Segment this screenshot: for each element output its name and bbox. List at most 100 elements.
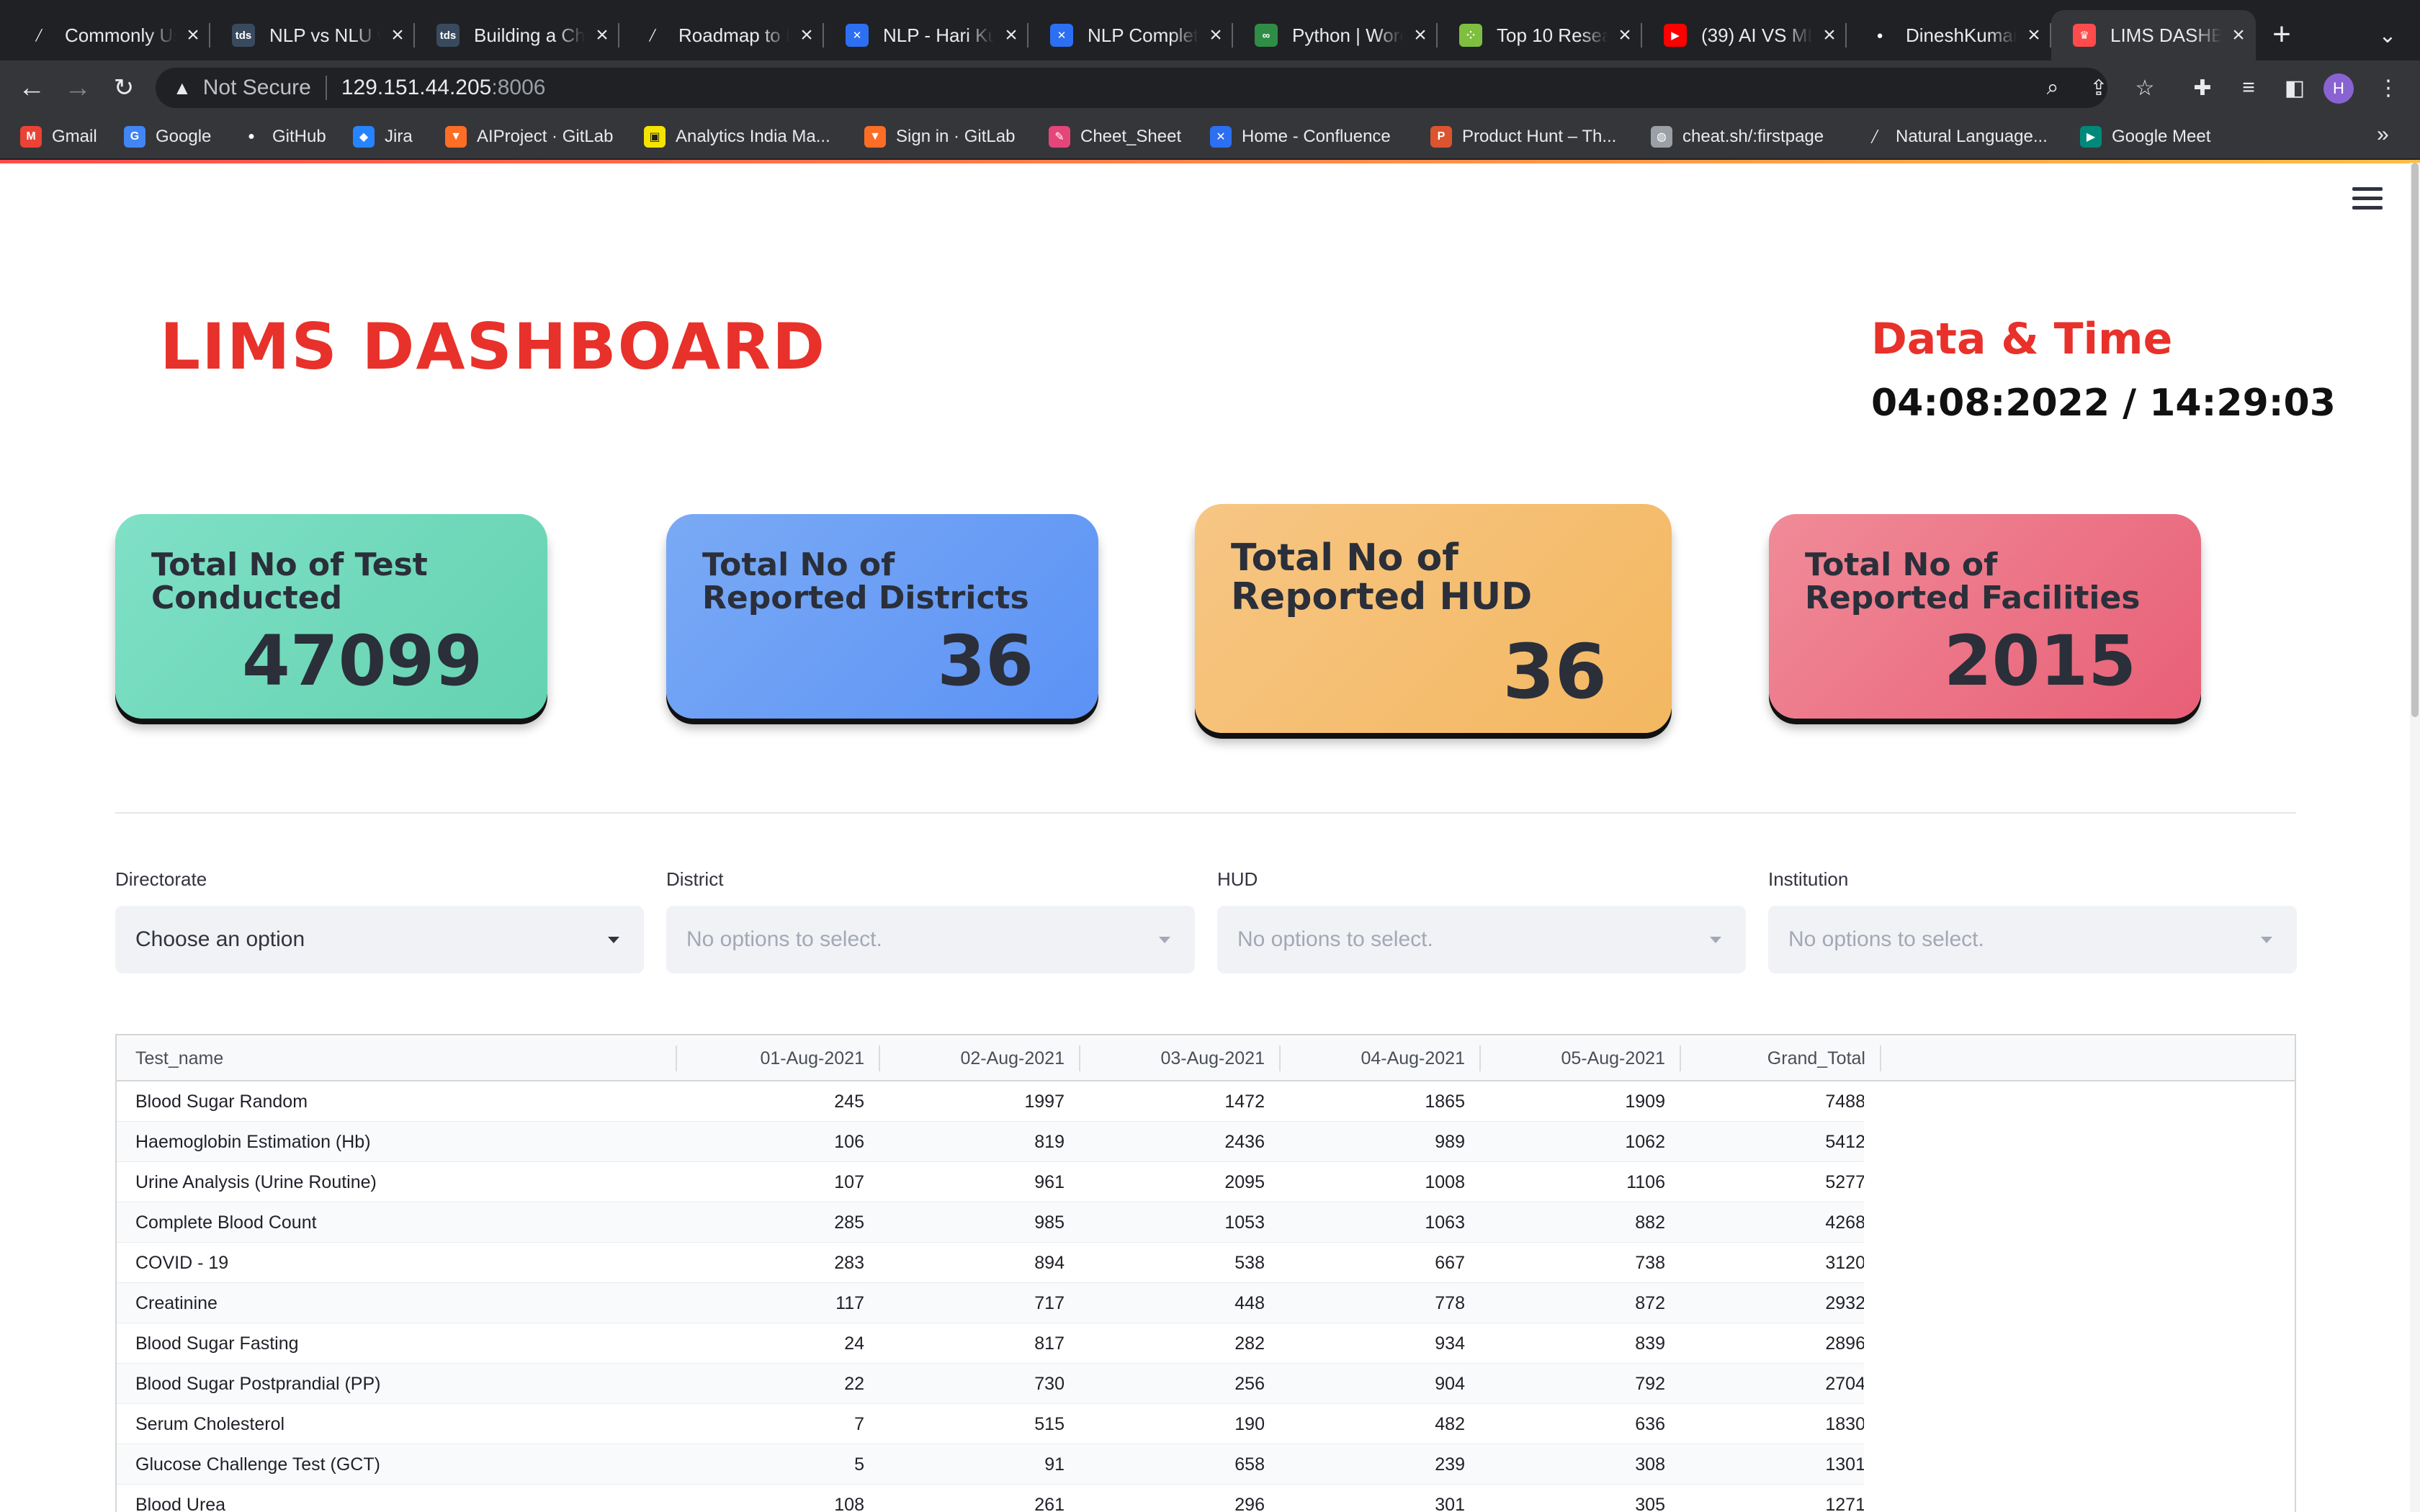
browser-tab[interactable]: ∞ Python | Word × <box>1233 10 1438 60</box>
profile-avatar[interactable]: H <box>2323 73 2354 104</box>
browser-tab[interactable]: ⁘ Top 10 Resea × <box>1438 10 1642 60</box>
bookmark-item[interactable]: ◆ Jira <box>353 122 413 151</box>
chart-favicon-icon: ╱ <box>649 30 656 42</box>
bookmark-item[interactable]: ▣ Analytics India Ma... <box>644 122 830 151</box>
bookmark-item[interactable]: ◍ cheat.sh/:firstpage <box>1651 122 1824 151</box>
count-cell: 117 <box>835 1293 864 1313</box>
institution-select[interactable]: No options to select. <box>1768 906 2297 973</box>
close-tab-icon[interactable]: × <box>176 23 210 48</box>
browser-tab[interactable]: tds Building a Ch × <box>415 10 619 60</box>
browser-tab[interactable]: ▶ (39) AI VS ML × <box>1642 10 1847 60</box>
close-tab-icon[interactable]: × <box>1403 23 1438 48</box>
browser-tab[interactable]: ♛ LIMS DASHBO× <box>2051 10 2256 60</box>
extensions-puzzle-icon[interactable]: ✚ <box>2184 69 2221 107</box>
table-row[interactable]: Blood Sugar Random 245 1997 1472 1865 1909 748… <box>117 1081 2295 1122</box>
table-row[interactable]: Glucose Challenge Test (GCT) 5 91 658 239 308… <box>117 1444 2295 1485</box>
bookmark-item[interactable]: ╱ Natural Language... <box>1864 122 2048 151</box>
bookmark-item[interactable]: ✎ Cheet_Sheet <box>1049 122 1181 151</box>
table-row[interactable]: Urine Analysis (Urine Routine) 107 961 2095… <box>117 1162 2295 1202</box>
count-cell: 1063 <box>1425 1212 1465 1233</box>
bookmark-label: Jira <box>385 127 413 146</box>
bookmark-star-icon[interactable]: ☆ <box>2126 69 2164 107</box>
reading-list-icon[interactable]: ≡ <box>2230 69 2267 107</box>
caret-down-icon <box>1710 936 1721 943</box>
bookmark-item[interactable]: ▼ AIProject · GitLab <box>445 122 613 151</box>
table-row[interactable]: COVID - 19 283 894 538 667 738 3120 <box>117 1243 2295 1283</box>
column-header-label: Test_name <box>135 1048 224 1068</box>
reload-icon[interactable]: ↻ <box>105 69 143 107</box>
browser-tab[interactable]: tds NLP vs NLU v × <box>210 10 415 60</box>
bookmark-item[interactable]: G Google <box>124 122 211 151</box>
bookmarks-overflow-icon[interactable]: » <box>2377 122 2389 147</box>
count-cell: 7 <box>854 1414 864 1434</box>
browser-tab[interactable]: ╱ Commonly Us × <box>6 10 210 60</box>
close-tab-icon[interactable]: × <box>2017 23 2051 48</box>
column-header[interactable]: 04-Aug-2021 <box>1276 1035 1481 1081</box>
page-scrollbar-thumb[interactable] <box>2411 163 2419 717</box>
table-row[interactable]: Blood Sugar Postprandial (PP) 22 730 256 904… <box>117 1364 2295 1404</box>
table-row[interactable]: Haemoglobin Estimation (Hb) 106 819 2436 989… <box>117 1122 2295 1162</box>
count-cell: 3120 <box>1825 1253 1865 1273</box>
browser-tab[interactable]: ● DineshKumar × <box>1847 10 2051 60</box>
count-cell: 106 <box>834 1132 864 1152</box>
forward-arrow-icon[interactable]: → <box>59 69 97 107</box>
metric-card-tests-conducted: Total No of Test Conducted 47099 <box>115 514 547 719</box>
column-header[interactable]: Test_name <box>135 1035 677 1081</box>
bookmark-item[interactable]: ▼ Sign in · GitLab <box>864 122 1015 151</box>
close-tab-icon[interactable]: × <box>789 23 824 48</box>
tab-title: LIMS DASHBO <box>2110 24 2221 46</box>
column-header[interactable]: 05-Aug-2021 <box>1476 1035 1681 1081</box>
table-row[interactable]: Blood Urea 108 261 296 301 305 1271 <box>117 1485 2295 1512</box>
bookmark-label: Analytics India Ma... <box>676 127 830 146</box>
table-row[interactable]: Blood Sugar Fasting 24 817 282 934 839 2896 <box>117 1323 2295 1364</box>
close-tab-icon[interactable]: × <box>2221 23 2256 48</box>
column-header[interactable]: 01-Aug-2021 <box>676 1035 880 1081</box>
zoom-magnifier-icon[interactable]: ⌕ <box>2034 69 2071 107</box>
test-name-cell: Blood Sugar Postprandial (PP) <box>135 1374 381 1394</box>
column-header[interactable]: Grand_Total <box>1677 1035 1881 1081</box>
hud-select[interactable]: No options to select. <box>1217 906 1746 973</box>
count-cell: 296 <box>1234 1495 1265 1512</box>
share-icon[interactable]: ⇪ <box>2080 69 2118 107</box>
column-resize-handle[interactable] <box>1880 1045 1881 1071</box>
count-cell: 190 <box>1234 1414 1265 1434</box>
bookmark-item[interactable]: ● GitHub <box>241 122 326 151</box>
count-cell: 2896 <box>1825 1333 1865 1354</box>
side-panel-icon[interactable]: ◧ <box>2276 69 2313 107</box>
table-body: Blood Sugar Random 245 1997 1472 1865 1909 748… <box>117 1081 2295 1512</box>
table-row[interactable]: Serum Cholesterol 7 515 190 482 636 1830 <box>117 1404 2295 1444</box>
close-tab-icon[interactable]: × <box>380 23 415 48</box>
close-tab-icon[interactable]: × <box>994 23 1028 48</box>
count-cell: 1997 <box>1024 1092 1065 1112</box>
column-header[interactable]: 02-Aug-2021 <box>876 1035 1080 1081</box>
table-row[interactable]: Complete Blood Count 285 985 1053 1063 882 426… <box>117 1202 2295 1243</box>
close-tab-icon[interactable]: × <box>1608 23 1642 48</box>
browser-tab[interactable]: ╱ Roadmap to N × <box>619 10 824 60</box>
browser-tab[interactable]: ✕ NLP Complet × <box>1028 10 1233 60</box>
kebab-menu-icon[interactable]: ⋮ <box>2370 69 2407 107</box>
bookmark-item[interactable]: ✕ Home - Confluence <box>1210 122 1391 151</box>
district-select[interactable]: No options to select. <box>666 906 1195 973</box>
new-tab-button[interactable]: + <box>2262 14 2302 55</box>
bookmark-item[interactable]: M Gmail <box>20 122 97 151</box>
row-empty-area <box>1864 1122 2295 1162</box>
test-data-table[interactable]: Test_name 01-Aug-2021 02-Aug-2021 03-Aug-20… <box>115 1034 2296 1512</box>
confluence-favicon-icon: ✕ <box>1050 24 1073 47</box>
address-bar[interactable]: ▲ Not Secure 129.151.44.205:8006 <box>156 68 2107 108</box>
warning-triangle-icon: ▲ <box>173 76 192 99</box>
tab-search-chevron-icon[interactable]: ⌄ <box>2370 19 2406 52</box>
hamburger-menu-icon[interactable] <box>2352 187 2383 213</box>
close-tab-icon[interactable]: × <box>1198 23 1233 48</box>
bookmark-label: GitHub <box>272 127 326 146</box>
table-row[interactable]: Creatinine 117 717 448 778 872 2932 <box>117 1283 2295 1323</box>
count-cell: 717 <box>1034 1293 1065 1313</box>
browser-tab[interactable]: ✕ NLP - Hari Ku × <box>824 10 1028 60</box>
caret-down-icon <box>2261 936 2272 943</box>
back-arrow-icon[interactable]: ← <box>13 69 50 107</box>
bookmark-item[interactable]: P Product Hunt – Th... <box>1430 122 1616 151</box>
column-header[interactable]: 03-Aug-2021 <box>1076 1035 1281 1081</box>
directorate-select[interactable]: Choose an option <box>115 906 644 973</box>
close-tab-icon[interactable]: × <box>585 23 619 48</box>
close-tab-icon[interactable]: × <box>1812 23 1847 48</box>
bookmark-item[interactable]: ▶ Google Meet <box>2080 122 2210 151</box>
